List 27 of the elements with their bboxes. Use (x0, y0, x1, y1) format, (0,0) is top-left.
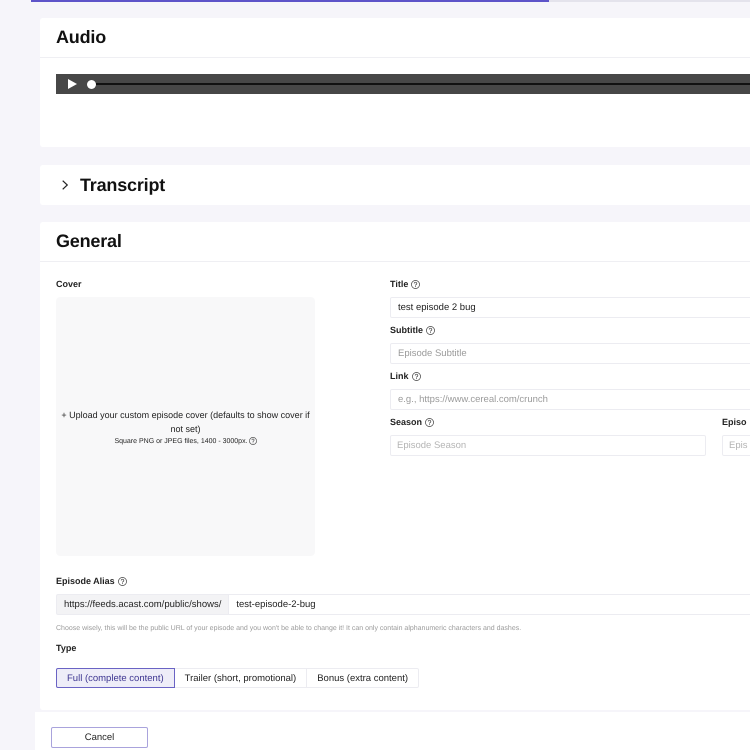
upload-text: + Upload your custom episode cover (defaults to show cover if not set) (60, 409, 311, 436)
type-option[interactable]: Bonus (extra content) (306, 668, 420, 688)
field-label: Season (390, 417, 422, 427)
url-prefix: https://feeds.acast.com/public/shows/ (56, 594, 228, 615)
field-label: Episode Alias (56, 576, 115, 586)
type-option[interactable]: Full (complete content) (56, 668, 175, 688)
type-option[interactable]: Trailer (short, promotional) (174, 668, 308, 688)
field-label: Type (56, 643, 76, 653)
section-title: Transcript (80, 174, 166, 196)
input-field[interactable]: Episode Subtitle (390, 343, 750, 364)
field-label: Cover (56, 279, 82, 289)
input-field[interactable]: test episode 2 bug (390, 297, 750, 318)
seek-thumb[interactable] (87, 80, 96, 88)
field-label: Episo (722, 417, 747, 427)
alias-field[interactable]: test-episode-2-bug (228, 594, 750, 615)
section-title: General (56, 231, 122, 252)
field-label: Subtitle (390, 325, 423, 335)
input-field[interactable]: e.g., https://www.cereal.com/crunch (390, 389, 750, 410)
input-field[interactable]: Epis (722, 435, 750, 456)
field-label: Link (390, 371, 409, 381)
field-label: Title (390, 279, 408, 289)
input-field[interactable]: Episode Season (390, 435, 706, 456)
play-icon[interactable] (68, 79, 77, 89)
section-title: Audio (56, 27, 106, 48)
cancel-button[interactable]: Cancel (51, 727, 148, 748)
chevron-icon[interactable] (62, 180, 68, 190)
help-icon (248, 437, 257, 445)
